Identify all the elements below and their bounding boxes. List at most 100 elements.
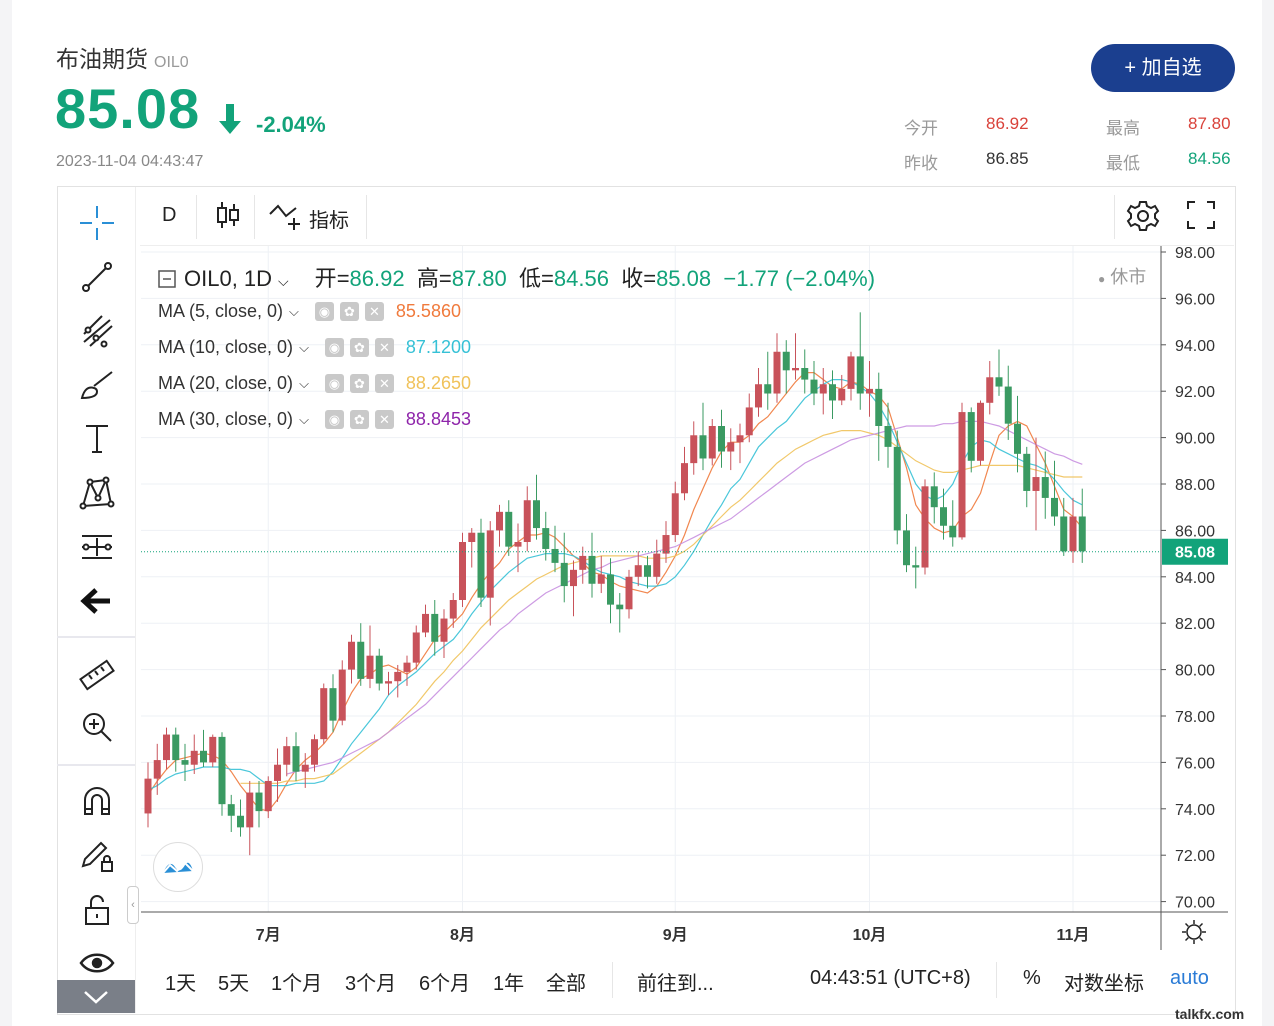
legend-open: 86.92 [349, 266, 405, 291]
y-tick-label: 90.00 [1175, 431, 1215, 448]
eye-icon[interactable]: ◉ [324, 338, 344, 357]
candle-body [570, 569, 577, 587]
candle-body [838, 388, 846, 401]
candle-body [533, 500, 540, 529]
tradingview-logo[interactable] [153, 842, 203, 892]
collapse-legend-icon[interactable] [158, 270, 176, 288]
ma-label[interactable]: MA (30, close, 0) [158, 409, 293, 430]
candle-body [486, 530, 494, 598]
ohlc-legend: OIL0, 1D ⌵ 开=86.92 高=87.80 低=84.56 收=85.08… [158, 261, 875, 293]
candle-body [671, 493, 679, 536]
candle-body [292, 746, 300, 772]
range-all[interactable]: 全部 [546, 967, 586, 996]
ma-label[interactable]: MA (20, close, 0) [158, 373, 293, 394]
ma-label[interactable]: MA (5, close, 0) [158, 301, 283, 322]
candle-body [967, 412, 975, 461]
auto-scale-toggle[interactable]: auto [1170, 967, 1209, 990]
candle-body [1041, 477, 1049, 498]
y-tick-label: 78.00 [1175, 709, 1215, 726]
range-5d[interactable]: 5天 [218, 967, 249, 996]
close-icon[interactable]: ✕ [364, 302, 384, 321]
range-3m[interactable]: 3个月 [345, 967, 396, 996]
y-tick-label: 84.00 [1175, 570, 1215, 587]
candle-body [607, 574, 614, 605]
candle-body [477, 532, 485, 598]
market-status: ● 休市 [1098, 267, 1147, 287]
close-icon[interactable]: ✕ [374, 374, 394, 393]
y-tick-label: 74.00 [1175, 802, 1215, 819]
candle-body [218, 736, 226, 805]
ma-value: 88.2650 [405, 373, 471, 393]
log-scale-toggle[interactable]: 对数坐标 [1064, 967, 1144, 996]
candle-body [551, 548, 559, 563]
ma-value: 87.1200 [405, 337, 471, 357]
cloud-chart-icon [162, 861, 194, 874]
candle-body [912, 565, 920, 568]
candle-body [708, 426, 716, 459]
candle-body [523, 500, 531, 542]
bottom-divider [996, 962, 997, 998]
candle-body [505, 511, 513, 547]
range-1y[interactable]: 1年 [493, 967, 524, 996]
candle-body [422, 613, 429, 633]
gear-icon[interactable]: ✿ [339, 302, 359, 321]
close-icon[interactable]: ✕ [374, 338, 394, 357]
candle-body [329, 688, 337, 721]
legend-low: 84.56 [553, 266, 609, 291]
candle-body [301, 764, 309, 772]
candle-body [977, 402, 984, 461]
ma-legend-row: MA (10, close, 0) ⌵ ◉ ✿ ✕ 87.1200 [158, 337, 471, 358]
candle-body [366, 655, 374, 679]
percent-toggle[interactable]: % [1023, 967, 1041, 990]
axis-settings-tooth [1184, 937, 1189, 942]
axis-settings-icon [1186, 924, 1202, 940]
candle-body [884, 426, 892, 447]
y-tick-label: 70.00 [1175, 895, 1215, 912]
legend-symbol[interactable]: OIL0, 1D [184, 266, 272, 291]
range-1m[interactable]: 1个月 [271, 967, 322, 996]
legend-high-label: 高 [416, 266, 439, 291]
legend-close: 85.08 [656, 266, 712, 291]
candle-body [440, 618, 448, 642]
gear-icon[interactable]: ✿ [349, 338, 369, 357]
candle-body [153, 760, 161, 779]
eye-icon[interactable]: ◉ [314, 302, 334, 321]
candle-body [181, 760, 189, 765]
candle-body [375, 655, 383, 684]
candle-body [930, 486, 938, 508]
candle-body [163, 734, 170, 761]
legend-open-label: 开 [314, 266, 337, 291]
goto-date-button[interactable]: 前往到... [637, 967, 714, 996]
candle-body [412, 632, 420, 663]
y-tick-label: 86.00 [1175, 523, 1215, 540]
bottom-divider [612, 962, 613, 998]
candle-body [385, 681, 392, 684]
eye-icon[interactable]: ◉ [324, 374, 344, 393]
range-6m[interactable]: 6个月 [419, 967, 470, 996]
close-icon[interactable]: ✕ [374, 410, 394, 429]
candle-body [995, 377, 1003, 387]
ma-label[interactable]: MA (10, close, 0) [158, 337, 293, 358]
candle-body [986, 377, 994, 403]
x-tick-label: 8月 [450, 926, 475, 944]
legend-close-label: 收 [621, 266, 644, 291]
gear-icon[interactable]: ✿ [349, 410, 369, 429]
candle-body [727, 442, 735, 452]
axis-settings-tooth [1199, 937, 1204, 942]
candle-body [866, 388, 873, 394]
x-tick-label: 11月 [1057, 926, 1090, 944]
candle-body [921, 486, 929, 568]
range-1d[interactable]: 1天 [165, 967, 196, 996]
candle-body [246, 792, 254, 828]
candle-body [227, 804, 235, 816]
y-tick-label: 82.00 [1175, 616, 1215, 633]
clock[interactable]: 04:43:51 (UTC+8) [810, 967, 971, 990]
candle-body [792, 368, 799, 371]
eye-icon[interactable]: ◉ [324, 410, 344, 429]
candle-body [542, 528, 550, 549]
candle-body [172, 734, 180, 761]
candle-body [681, 463, 688, 494]
x-tick-label: 7月 [256, 926, 281, 944]
candle-body [264, 780, 272, 812]
gear-icon[interactable]: ✿ [349, 374, 369, 393]
